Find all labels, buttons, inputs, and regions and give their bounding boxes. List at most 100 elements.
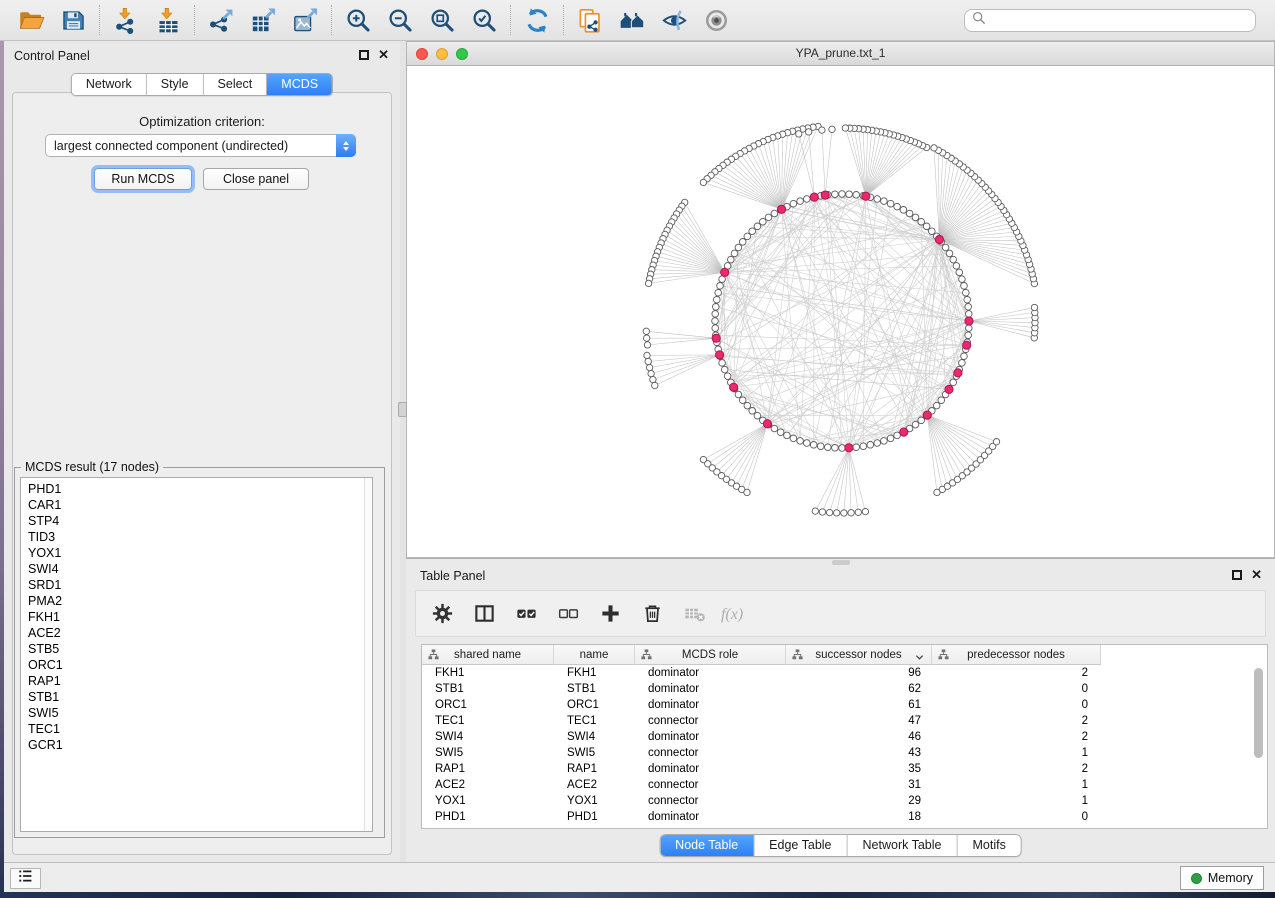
sort-desc-icon [915, 652, 924, 664]
main-toolbar-icons [10, 2, 737, 38]
column-header-shared-name[interactable]: shared name [422, 645, 554, 665]
export-image-button[interactable] [284, 2, 326, 38]
table-row[interactable]: SWI5SWI5connector431 [422, 745, 1267, 761]
unselect-all-columns-button[interactable] [555, 601, 581, 627]
mcds-result-item[interactable]: SWI5 [21, 705, 372, 721]
export-network-button[interactable] [200, 2, 242, 38]
tab-motifs[interactable]: Motifs [957, 835, 1020, 856]
houses-icon [619, 7, 646, 34]
function-builder-button: f(x) [723, 601, 749, 627]
mcds-result-item[interactable]: PMA2 [21, 593, 372, 609]
select-all-columns-button[interactable] [513, 601, 539, 627]
minimize-window-traffic-light[interactable] [436, 48, 448, 60]
float-panel-icon[interactable] [359, 50, 369, 60]
mcds-result-list[interactable]: PHD1CAR1STP4TID3YOX1SWI4SRD1PMA2FKH1ACE2… [20, 477, 373, 832]
mcds-result-item[interactable]: STB1 [21, 689, 372, 705]
float-table-panel-icon[interactable] [1232, 570, 1242, 580]
search-input[interactable] [986, 11, 1255, 29]
panel-splitter-handle[interactable] [398, 402, 407, 417]
new-network-view-button[interactable] [569, 2, 611, 38]
level-of-detail-eye-icon [703, 7, 730, 34]
toolbar-separator [563, 5, 564, 35]
search-field[interactable] [964, 9, 1256, 32]
table-row[interactable]: ORC1ORC1dominator610 [422, 697, 1267, 713]
column-label: successor nodes [815, 649, 901, 661]
zoom-selected-button[interactable] [463, 2, 505, 38]
table-row[interactable]: PHD1PHD1dominator180 [422, 809, 1267, 825]
export-table-button[interactable] [242, 2, 284, 38]
column-type-hierarchy-icon [428, 649, 439, 663]
control-panel: Control Panel ✕ NetworkStyleSelectMCDS O… [4, 41, 400, 862]
mcds-result-item[interactable]: YOX1 [21, 545, 372, 561]
tab-select[interactable]: Select [204, 74, 268, 95]
mcds-result-title: MCDS result (17 nodes) [21, 460, 163, 474]
mcds-result-item[interactable]: TEC1 [21, 721, 372, 737]
node-table[interactable]: shared namenameMCDS role successor nodes p… [421, 644, 1268, 829]
column-header-successor-nodes[interactable]: successor nodes [786, 645, 932, 665]
save-session-button[interactable] [52, 2, 94, 38]
table-row[interactable]: ACE2ACE2connector311 [422, 777, 1267, 793]
table-row[interactable]: FKH1FKH1dominator962 [422, 665, 1267, 681]
table-settings-gear-button[interactable] [429, 601, 455, 627]
mcds-result-item[interactable]: ORC1 [21, 657, 372, 673]
result-list-scrollbar[interactable] [364, 478, 372, 831]
zoom-fit-button[interactable] [421, 2, 463, 38]
table-row[interactable]: STB1STB1dominator620 [422, 681, 1267, 697]
table-row[interactable]: SWI4SWI4dominator462 [422, 729, 1267, 745]
import-table-button[interactable] [147, 2, 189, 38]
delete-columns-button[interactable] [639, 601, 665, 627]
column-header-predecessor-nodes[interactable]: predecessor nodes [932, 645, 1101, 665]
level-of-detail-eye-button[interactable] [695, 2, 737, 38]
zoom-in-button[interactable] [337, 2, 379, 38]
network-window-titlebar[interactable]: YPA_prune.txt_1 [407, 42, 1274, 66]
task-history-button[interactable] [10, 868, 41, 889]
close-window-traffic-light[interactable] [416, 48, 428, 60]
optimization-criterion-select[interactable]: largest connected component (undirected) [45, 134, 356, 157]
houses-button[interactable] [611, 2, 653, 38]
mcds-result-item[interactable]: SWI4 [21, 561, 372, 577]
cell-predecessor-nodes: 1 [932, 793, 1101, 809]
hide-graphics-details-button[interactable] [653, 2, 695, 38]
mcds-result-item[interactable]: STB5 [21, 641, 372, 657]
mcds-result-item[interactable]: STP4 [21, 513, 372, 529]
table-row[interactable]: YOX1YOX1connector291 [422, 793, 1267, 809]
network-canvas[interactable] [407, 66, 1274, 557]
close-panel-icon[interactable]: ✕ [378, 49, 389, 61]
zoom-out-button[interactable] [379, 2, 421, 38]
mcds-result-item[interactable]: GCR1 [21, 737, 372, 753]
mcds-result-item[interactable]: FKH1 [21, 609, 372, 625]
open-file-button[interactable] [10, 2, 52, 38]
tab-node-table[interactable]: Node Table [660, 835, 754, 856]
import-network-button[interactable] [105, 2, 147, 38]
table-row[interactable]: TEC1TEC1connector472 [422, 713, 1267, 729]
table-panel-splitter-handle[interactable] [832, 560, 850, 565]
table-row[interactable]: RAP1RAP1dominator352 [422, 761, 1267, 777]
table-panel: Table Panel ✕ f(x) shared namenameMCDS r… [406, 558, 1275, 862]
mcds-result-item[interactable]: ACE2 [21, 625, 372, 641]
dropdown-stepper-icon[interactable] [336, 134, 356, 157]
tab-network-table[interactable]: Network Table [848, 835, 958, 856]
tab-network[interactable]: Network [72, 74, 147, 95]
show-columns-button[interactable] [471, 601, 497, 627]
close-table-panel-icon[interactable]: ✕ [1251, 569, 1262, 581]
mcds-result-item[interactable]: PHD1 [21, 481, 372, 497]
add-column-button[interactable] [597, 601, 623, 627]
refresh-button[interactable] [516, 2, 558, 38]
close-panel-button[interactable]: Close panel [203, 168, 309, 190]
tab-mcds[interactable]: MCDS [267, 74, 332, 95]
column-type-hierarchy-icon [938, 649, 949, 663]
tab-edge-table[interactable]: Edge Table [754, 835, 847, 856]
column-header-name[interactable]: name [554, 645, 635, 665]
mcds-result-item[interactable]: RAP1 [21, 673, 372, 689]
table-scrollbar-thumb[interactable] [1254, 668, 1263, 758]
memory-button[interactable]: Memory [1180, 866, 1264, 890]
mcds-result-item[interactable]: CAR1 [21, 497, 372, 513]
column-header-MCDS-role[interactable]: MCDS role [635, 645, 786, 665]
tab-style[interactable]: Style [147, 74, 204, 95]
column-label: predecessor nodes [967, 649, 1065, 661]
mcds-result-item[interactable]: TID3 [21, 529, 372, 545]
maximize-window-traffic-light[interactable] [456, 48, 468, 60]
network-graph[interactable] [407, 66, 1274, 557]
run-mcds-button[interactable]: Run MCDS [94, 168, 192, 190]
mcds-result-item[interactable]: SRD1 [21, 577, 372, 593]
